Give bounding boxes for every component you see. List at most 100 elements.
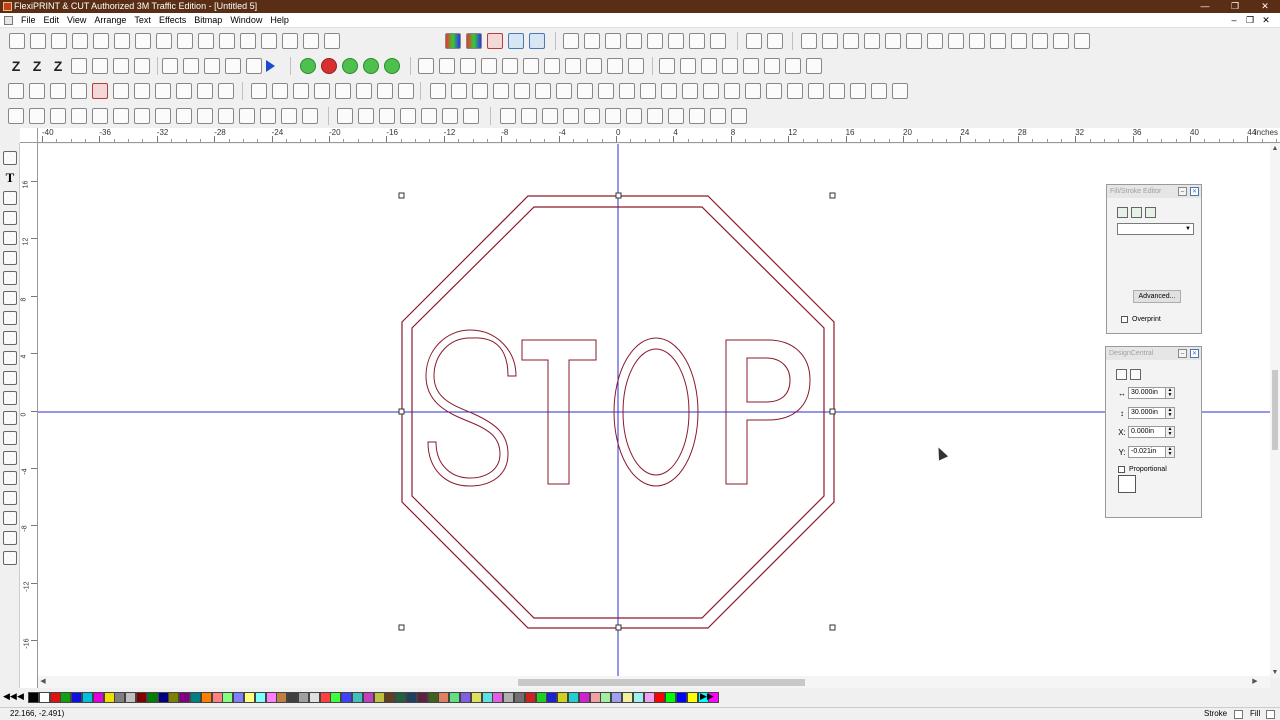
transform-tool-14-icon[interactable] (703, 83, 719, 99)
edit-tool-1-icon[interactable] (418, 58, 434, 74)
document-icon[interactable] (4, 16, 13, 25)
send-tool-3-icon[interactable] (204, 58, 220, 74)
green-ring-3-icon[interactable] (384, 58, 400, 74)
overprint-option[interactable]: Overprint (1121, 315, 1161, 324)
standard-tool-10-icon[interactable] (198, 33, 214, 49)
text-align-tool-2-icon[interactable] (521, 108, 537, 124)
color-swatch[interactable] (82, 692, 93, 703)
edit-tool-3-icon[interactable] (460, 58, 476, 74)
standard-tool-2-icon[interactable] (30, 33, 46, 49)
standard-tool-9-icon[interactable] (177, 33, 193, 49)
color-swatch[interactable] (38, 692, 50, 703)
color-swatch[interactable] (103, 692, 115, 703)
align-tool-13-icon[interactable] (260, 108, 276, 124)
palette-next-icon[interactable]: ▶▶ (700, 691, 714, 702)
color-swatch[interactable] (319, 692, 331, 703)
measure-icon[interactable] (3, 311, 17, 325)
pathing-tool-4-icon[interactable] (626, 33, 642, 49)
design-central-title[interactable]: DesignCentral – ✕ (1106, 347, 1201, 360)
proportional-option[interactable]: Proportional (1118, 465, 1167, 474)
horizontal-scrollbar[interactable]: ◀ ▶ (38, 676, 1270, 688)
scroll-left-icon[interactable]: ◀ (38, 676, 48, 688)
color-picker-icon[interactable] (466, 33, 482, 49)
scroll-up-icon[interactable]: ▲ (1270, 144, 1280, 154)
color-swatch[interactable] (654, 692, 666, 703)
color-fill-icon[interactable] (3, 551, 17, 565)
node-edit-icon[interactable] (3, 231, 17, 245)
color-swatch[interactable] (114, 692, 126, 703)
scroll-down-icon[interactable]: ▼ (1270, 668, 1280, 678)
color-swatch[interactable] (49, 692, 61, 703)
color-swatch[interactable] (686, 692, 698, 703)
zoom-in-icon[interactable] (3, 391, 17, 405)
pathing-tool-3-icon[interactable] (605, 33, 621, 49)
cut-tool-3-icon[interactable] (113, 58, 129, 74)
height-spinner[interactable]: ▲ ▼ (1166, 407, 1175, 419)
web-tool-1-icon[interactable] (508, 33, 524, 49)
color-swatch[interactable] (298, 692, 309, 703)
pointer-tool-1-icon[interactable] (746, 33, 762, 49)
align-tool-1-icon[interactable] (8, 108, 24, 124)
standard-tool-16-icon[interactable] (324, 33, 340, 49)
text-align-tool-6-icon[interactable] (605, 108, 621, 124)
frame-tool-6-icon[interactable] (356, 83, 372, 99)
node-tool-6-icon[interactable] (764, 58, 780, 74)
align-tool-10-icon[interactable] (197, 108, 213, 124)
color-swatch[interactable] (578, 692, 590, 703)
frame-tool-8-icon[interactable] (398, 83, 414, 99)
color-swatch[interactable] (287, 692, 299, 703)
color-swatch[interactable] (125, 692, 137, 703)
menu-effects[interactable]: Effects (155, 13, 190, 28)
transform-tool-12-icon[interactable] (661, 83, 677, 99)
vertical-ruler[interactable]: 16 12 8 4 0 -4 -8 -12 -16 (20, 143, 38, 688)
shape-tool-1-icon[interactable] (8, 83, 24, 99)
transform-tool-20-icon[interactable] (829, 83, 845, 99)
pathing-tool-7-icon[interactable] (689, 33, 705, 49)
standard-tool-4-icon[interactable] (72, 33, 88, 49)
color-swatch[interactable] (611, 692, 623, 703)
fill-stroke-editor-title[interactable]: Fill/Stroke Editor – ✕ (1107, 185, 1201, 198)
color-swatch[interactable] (676, 692, 687, 703)
transform-tool-22-icon[interactable] (871, 83, 887, 99)
color-swatch[interactable] (546, 692, 558, 703)
align-tool-3-icon[interactable] (50, 108, 66, 124)
edit-tool-4-icon[interactable] (481, 58, 497, 74)
cut-tool-1-icon[interactable] (71, 58, 87, 74)
shape-tool-3-icon[interactable] (50, 83, 66, 99)
shape-op-tool-2-icon[interactable] (134, 83, 150, 99)
text-align-tool-3-icon[interactable] (542, 108, 558, 124)
shape-op-tool-3-icon[interactable] (155, 83, 171, 99)
frame-tool-7-icon[interactable] (377, 83, 393, 99)
align-tool-7-icon[interactable] (134, 108, 150, 124)
color-swatch[interactable] (600, 692, 612, 703)
magnify-icon[interactable] (3, 371, 17, 385)
align-tool-8-icon[interactable] (155, 108, 171, 124)
shape-icon[interactable] (3, 191, 17, 205)
width-input[interactable]: 30.000in (1128, 387, 1166, 399)
color-swatch[interactable] (60, 692, 72, 703)
edit-tool-11-icon[interactable] (628, 58, 644, 74)
color-swatch[interactable] (168, 692, 180, 703)
panel-close-icon[interactable]: ✕ (1190, 349, 1199, 358)
green-ring-2-icon[interactable] (363, 58, 379, 74)
pathing-tool-1-icon[interactable] (563, 33, 579, 49)
weld-tool-6-icon[interactable] (442, 108, 458, 124)
text-align-tool-7-icon[interactable] (626, 108, 642, 124)
standard-tool-7-icon[interactable] (135, 33, 151, 49)
color-swatch[interactable] (28, 692, 39, 703)
align-tool-4-icon[interactable] (71, 108, 87, 124)
align-tool-9-icon[interactable] (176, 108, 192, 124)
send-tool-4-icon[interactable] (225, 58, 241, 74)
arrange-tool-11-icon[interactable] (1011, 33, 1027, 49)
color-swatch[interactable] (373, 692, 385, 703)
menu-arrange[interactable]: Arrange (90, 13, 130, 28)
menu-view[interactable]: View (63, 13, 90, 28)
shape-op-tool-5-icon[interactable] (197, 83, 213, 99)
zoom-out-icon[interactable] (3, 411, 17, 425)
node-tool-8-icon[interactable] (806, 58, 822, 74)
pathing-tool-5-icon[interactable] (647, 33, 663, 49)
color-swatch[interactable] (146, 692, 158, 703)
shape-op-tool-4-icon[interactable] (176, 83, 192, 99)
width-spinner[interactable]: ▲ ▼ (1166, 387, 1175, 399)
transform-tool-9-icon[interactable] (598, 83, 614, 99)
